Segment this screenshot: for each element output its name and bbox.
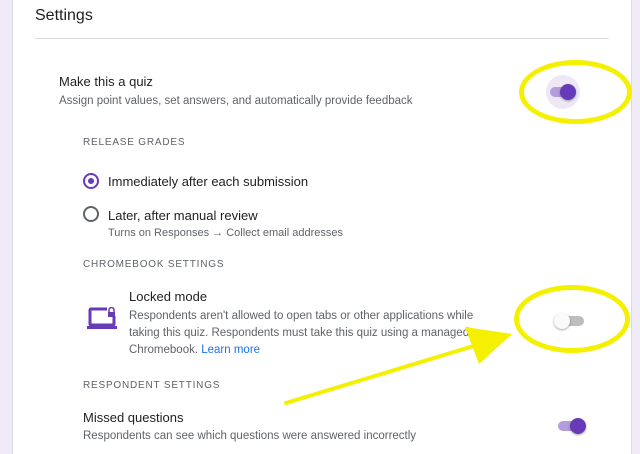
- arrow-annotation: [284, 327, 512, 405]
- arrow-head: [465, 327, 512, 364]
